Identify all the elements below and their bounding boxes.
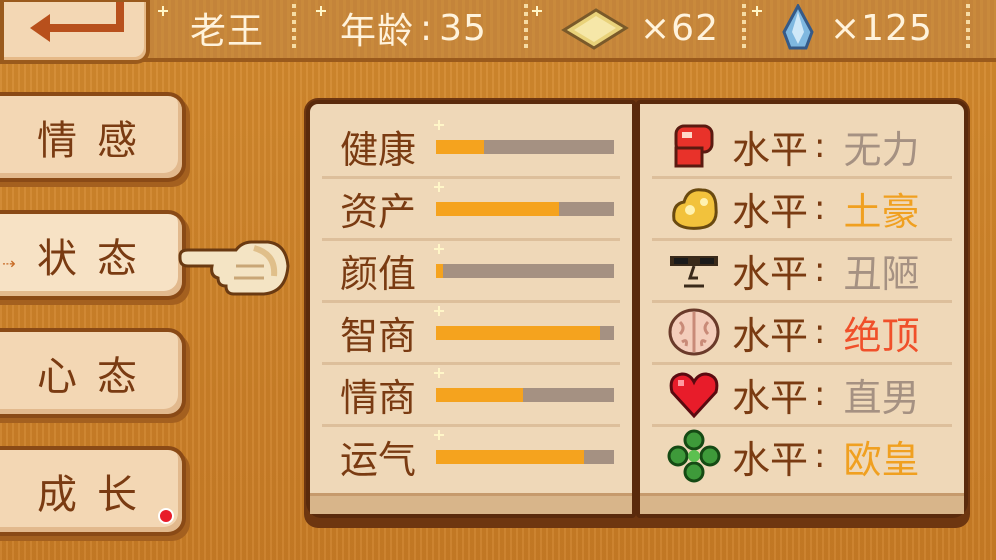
divider: [292, 4, 296, 52]
selected-arrow-icon: ⇢: [2, 254, 16, 273]
back-arrow-icon: [30, 2, 124, 42]
stats-page: 健康资产颜值智商情商运气: [306, 100, 636, 518]
sparkle-icon: [434, 430, 444, 440]
tab-emotion[interactable]: 情感: [0, 92, 186, 182]
level-key: 水平: [732, 189, 809, 234]
level-row: 水平: 直男: [648, 364, 956, 424]
tab-label: 心态: [37, 354, 157, 400]
stat-bar: [436, 140, 614, 154]
tab-label: 状态: [37, 236, 157, 282]
clover-icon: [667, 429, 721, 483]
sparkle-icon: [752, 6, 762, 16]
stat-label: 颜值: [340, 251, 417, 296]
level-colon: :: [814, 126, 826, 166]
level-value: 土豪: [843, 189, 920, 234]
stat-label: 资产: [340, 189, 417, 234]
sparkle-icon: [434, 368, 444, 378]
stat-row: 运气: [318, 426, 624, 486]
sparkle-icon: [316, 6, 326, 16]
level-colon: :: [814, 312, 826, 352]
gold-count: ×62: [640, 7, 719, 49]
sparkle-icon: [158, 6, 168, 16]
sparkle-icon: [434, 306, 444, 316]
stat-bar: [436, 202, 614, 216]
sparkle-icon: [434, 244, 444, 254]
level-row: 水平: 欧皇: [648, 426, 956, 486]
stat-row: 智商: [318, 302, 624, 362]
stat-label: 情商: [340, 375, 417, 420]
tab-status[interactable]: ⇢ 状态: [0, 210, 186, 300]
gem-count: ×125: [830, 7, 933, 49]
page-edge: [310, 493, 632, 514]
level-colon: :: [814, 188, 826, 228]
level-colon: :: [814, 374, 826, 414]
level-row: 水平: 丑陋: [648, 240, 956, 300]
sparkle-icon: [434, 120, 444, 130]
stat-bar: [436, 450, 614, 464]
level-colon: :: [814, 250, 826, 290]
page-edge: [640, 493, 964, 514]
stat-label: 智商: [340, 313, 417, 358]
stat-bar-fill: [436, 264, 444, 278]
gold-bar-icon: [561, 8, 629, 50]
level-value: 绝顶: [843, 313, 920, 358]
divider: [966, 4, 970, 52]
stat-label: 运气: [340, 437, 417, 482]
stat-bar-fill: [436, 202, 559, 216]
muscle-icon: [674, 124, 714, 168]
top-bar: 老王 年龄 : 35 ×62 ×125: [0, 0, 996, 64]
age-display: 年龄 : 35: [340, 0, 487, 56]
stat-row: 健康: [318, 116, 624, 176]
sparkle-icon: [434, 182, 444, 192]
divider: [742, 4, 746, 52]
levels-page: 水平: 无力 水平: 土豪 水平: 丑陋 水平: 绝顶 水平: 直男 水平: 欧皇: [636, 100, 968, 518]
stat-bar: [436, 264, 614, 278]
brain-icon: [668, 308, 720, 356]
stat-row: 情商: [318, 364, 624, 424]
stat-row: 资产: [318, 178, 624, 238]
level-row: 水平: 绝顶: [648, 302, 956, 362]
heart-icon: [669, 372, 719, 419]
stat-bar: [436, 388, 614, 402]
gem-icon: [782, 4, 814, 50]
level-key: 水平: [732, 251, 809, 296]
age-label: 年龄: [340, 11, 415, 52]
stat-bar-fill: [436, 388, 524, 402]
notification-dot: [158, 508, 174, 524]
pointing-hand-icon: [178, 240, 290, 296]
level-row: 水平: 土豪: [648, 178, 956, 238]
age-colon: :: [420, 7, 434, 49]
stat-row: 颜值: [318, 240, 624, 300]
back-button[interactable]: [0, 0, 150, 64]
face-icon: [670, 256, 718, 288]
stat-label: 健康: [340, 127, 417, 172]
stat-bar-fill: [436, 140, 485, 154]
level-key: 水平: [732, 375, 809, 420]
tab-label: 情感: [37, 118, 157, 164]
level-key: 水平: [732, 437, 809, 482]
level-value: 直男: [843, 375, 920, 420]
level-key: 水平: [732, 127, 809, 172]
stat-bar-fill: [436, 450, 584, 464]
level-key: 水平: [732, 313, 809, 358]
level-value: 无力: [843, 127, 920, 172]
level-value: 丑陋: [843, 251, 920, 296]
tab-label: 成长: [37, 472, 157, 518]
divider: [524, 4, 528, 52]
tab-growth[interactable]: 成长: [0, 446, 186, 536]
level-row: 水平: 无力: [648, 116, 956, 176]
age-value: 35: [439, 7, 487, 49]
tab-mentality[interactable]: 心态: [0, 328, 186, 418]
gold-nugget-icon: [672, 188, 718, 230]
stat-bar-fill: [436, 326, 600, 340]
stat-bar: [436, 326, 614, 340]
level-colon: :: [814, 436, 826, 476]
sparkle-icon: [532, 6, 542, 16]
player-name: 老王: [190, 11, 265, 52]
level-value: 欧皇: [843, 437, 920, 482]
